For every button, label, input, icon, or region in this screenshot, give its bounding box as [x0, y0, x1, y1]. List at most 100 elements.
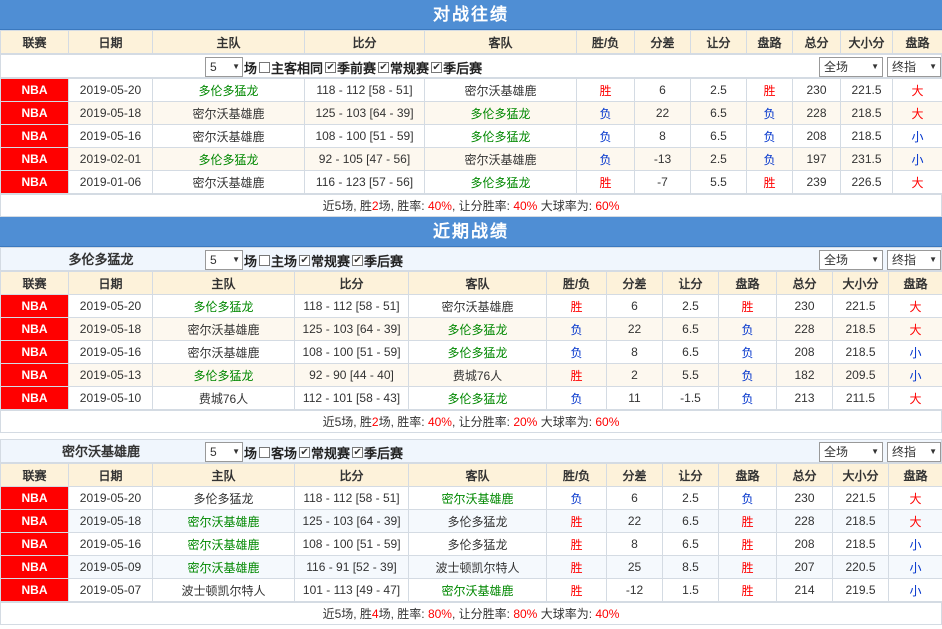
result-cell: 负: [576, 101, 635, 125]
handicap-cell: 2.5: [690, 147, 747, 171]
col-date: 日期: [68, 30, 153, 54]
score-cell: 125 - 103 [64 - 39]: [304, 101, 425, 125]
match-count-select[interactable]: 5: [205, 57, 243, 77]
filter-checkbox[interactable]: ✔: [299, 446, 311, 458]
filter-checkbox[interactable]: ✔: [352, 254, 364, 266]
home-team-cell[interactable]: 密尔沃基雄鹿: [152, 317, 295, 341]
away-team-cell[interactable]: 多伦多猛龙: [424, 170, 577, 194]
filter-checkbox[interactable]: ✔: [431, 61, 443, 73]
league-cell[interactable]: NBA: [0, 532, 69, 556]
home-team-cell[interactable]: 密尔沃基雄鹿: [152, 340, 295, 364]
ou-result-cell: 小: [892, 147, 942, 171]
summary-wins: 2: [371, 199, 379, 213]
home-team-cell[interactable]: 密尔沃基雄鹿: [152, 532, 295, 556]
date-cell: 2019-05-18: [68, 101, 153, 125]
away-team-cell[interactable]: 密尔沃基雄鹿: [424, 147, 577, 171]
away-team-cell[interactable]: 密尔沃基雄鹿: [408, 294, 547, 318]
ou-line-cell: 218.5: [832, 509, 889, 533]
line-select[interactable]: 终指: [887, 442, 941, 462]
league-cell[interactable]: NBA: [0, 124, 69, 148]
diff-cell: 11: [606, 386, 663, 410]
handicap-result-cell: 负: [718, 317, 777, 341]
ou-result-cell: 小: [888, 532, 942, 556]
away-team-cell[interactable]: 多伦多猛龙: [408, 317, 547, 341]
filter-checkbox[interactable]: [259, 254, 271, 266]
filter-checkbox[interactable]: [259, 61, 271, 73]
home-team-cell[interactable]: 多伦多猛龙: [152, 486, 295, 510]
away-team-cell[interactable]: 密尔沃基雄鹿: [408, 578, 547, 602]
column-header: 客队: [408, 271, 547, 295]
league-cell[interactable]: NBA: [0, 78, 69, 102]
handicap-result-cell: 胜: [718, 294, 777, 318]
line-select[interactable]: 终指: [887, 250, 941, 270]
scope-select[interactable]: 全场: [819, 442, 883, 462]
away-team-cell[interactable]: 多伦多猛龙: [424, 124, 577, 148]
league-cell[interactable]: NBA: [0, 509, 69, 533]
home-team-cell[interactable]: 密尔沃基雄鹿: [152, 555, 295, 579]
league-cell[interactable]: NBA: [0, 486, 69, 510]
league-cell[interactable]: NBA: [0, 317, 69, 341]
home-team-cell[interactable]: 密尔沃基雄鹿: [152, 509, 295, 533]
league-cell[interactable]: NBA: [0, 363, 69, 387]
away-team-cell[interactable]: 多伦多猛龙: [408, 386, 547, 410]
score-cell: 101 - 113 [49 - 47]: [294, 578, 409, 602]
league-cell[interactable]: NBA: [0, 294, 69, 318]
league-cell[interactable]: NBA: [0, 386, 69, 410]
table-row: NBA 2019-05-13 多伦多猛龙 92 - 90 [44 - 40] 费城76人…: [0, 363, 942, 387]
result-cell: 负: [546, 317, 607, 341]
filter-checkbox[interactable]: ✔: [325, 61, 337, 73]
col-ou: 盘路: [892, 30, 942, 54]
ou-result-cell: 小: [888, 363, 942, 387]
filter-checkbox[interactable]: ✔: [352, 446, 364, 458]
home-team-cell[interactable]: 波士顿凯尔特人: [152, 578, 295, 602]
home-team-cell[interactable]: 多伦多猛龙: [152, 294, 295, 318]
col-total: 总分: [792, 30, 841, 54]
filter-option-label: 常规赛: [311, 445, 351, 461]
away-team-cell[interactable]: 费城76人: [408, 363, 547, 387]
match-count-select[interactable]: 5: [205, 250, 243, 270]
filter-option-label: 季后赛: [364, 253, 404, 269]
result-cell: 胜: [546, 363, 607, 387]
away-team-cell[interactable]: 密尔沃基雄鹿: [424, 78, 577, 102]
home-team-cell[interactable]: 密尔沃基雄鹿: [152, 101, 305, 125]
ou-result-cell: 大: [888, 317, 942, 341]
home-team-cell[interactable]: 多伦多猛龙: [152, 363, 295, 387]
league-cell[interactable]: NBA: [0, 147, 69, 171]
away-team-cell[interactable]: 多伦多猛龙: [408, 509, 547, 533]
scope-select[interactable]: 全场: [819, 250, 883, 270]
match-count-select[interactable]: 5: [205, 442, 243, 462]
away-team-cell[interactable]: 密尔沃基雄鹿: [408, 486, 547, 510]
home-team-cell[interactable]: 密尔沃基雄鹿: [152, 124, 305, 148]
line-select[interactable]: 终指: [887, 57, 941, 77]
away-team-cell[interactable]: 多伦多猛龙: [424, 101, 577, 125]
league-cell[interactable]: NBA: [0, 340, 69, 364]
total-cell: 208: [776, 532, 833, 556]
home-team-cell[interactable]: 密尔沃基雄鹿: [152, 170, 305, 194]
league-cell[interactable]: NBA: [0, 170, 69, 194]
handicap-cell: 5.5: [662, 363, 719, 387]
diff-cell: 8: [634, 124, 691, 148]
summary-text: 近5场, 胜: [322, 199, 372, 213]
league-cell[interactable]: NBA: [0, 578, 69, 602]
ou-line-cell: 218.5: [832, 532, 889, 556]
home-team-cell[interactable]: 多伦多猛龙: [152, 147, 305, 171]
ou-line-cell: 218.5: [840, 124, 893, 148]
summary-text: 场, 胜率:: [378, 607, 428, 621]
column-header: 分差: [606, 271, 663, 295]
scope-select[interactable]: 全场: [819, 57, 883, 77]
handicap-cell: 6.5: [690, 101, 747, 125]
away-team-cell[interactable]: 多伦多猛龙: [408, 340, 547, 364]
away-team-cell[interactable]: 多伦多猛龙: [408, 532, 547, 556]
league-cell[interactable]: NBA: [0, 101, 69, 125]
column-header: 分差: [606, 463, 663, 487]
score-cell: 118 - 112 [58 - 51]: [294, 294, 409, 318]
filter-checkbox[interactable]: ✔: [378, 61, 390, 73]
home-team-cell[interactable]: 费城76人: [152, 386, 295, 410]
home-team-cell[interactable]: 多伦多猛龙: [152, 78, 305, 102]
score-cell: 116 - 123 [57 - 56]: [304, 170, 425, 194]
handicap-result-cell: 负: [718, 386, 777, 410]
filter-checkbox[interactable]: ✔: [299, 254, 311, 266]
league-cell[interactable]: NBA: [0, 555, 69, 579]
away-team-cell[interactable]: 波士顿凯尔特人: [408, 555, 547, 579]
filter-checkbox[interactable]: [259, 446, 271, 458]
